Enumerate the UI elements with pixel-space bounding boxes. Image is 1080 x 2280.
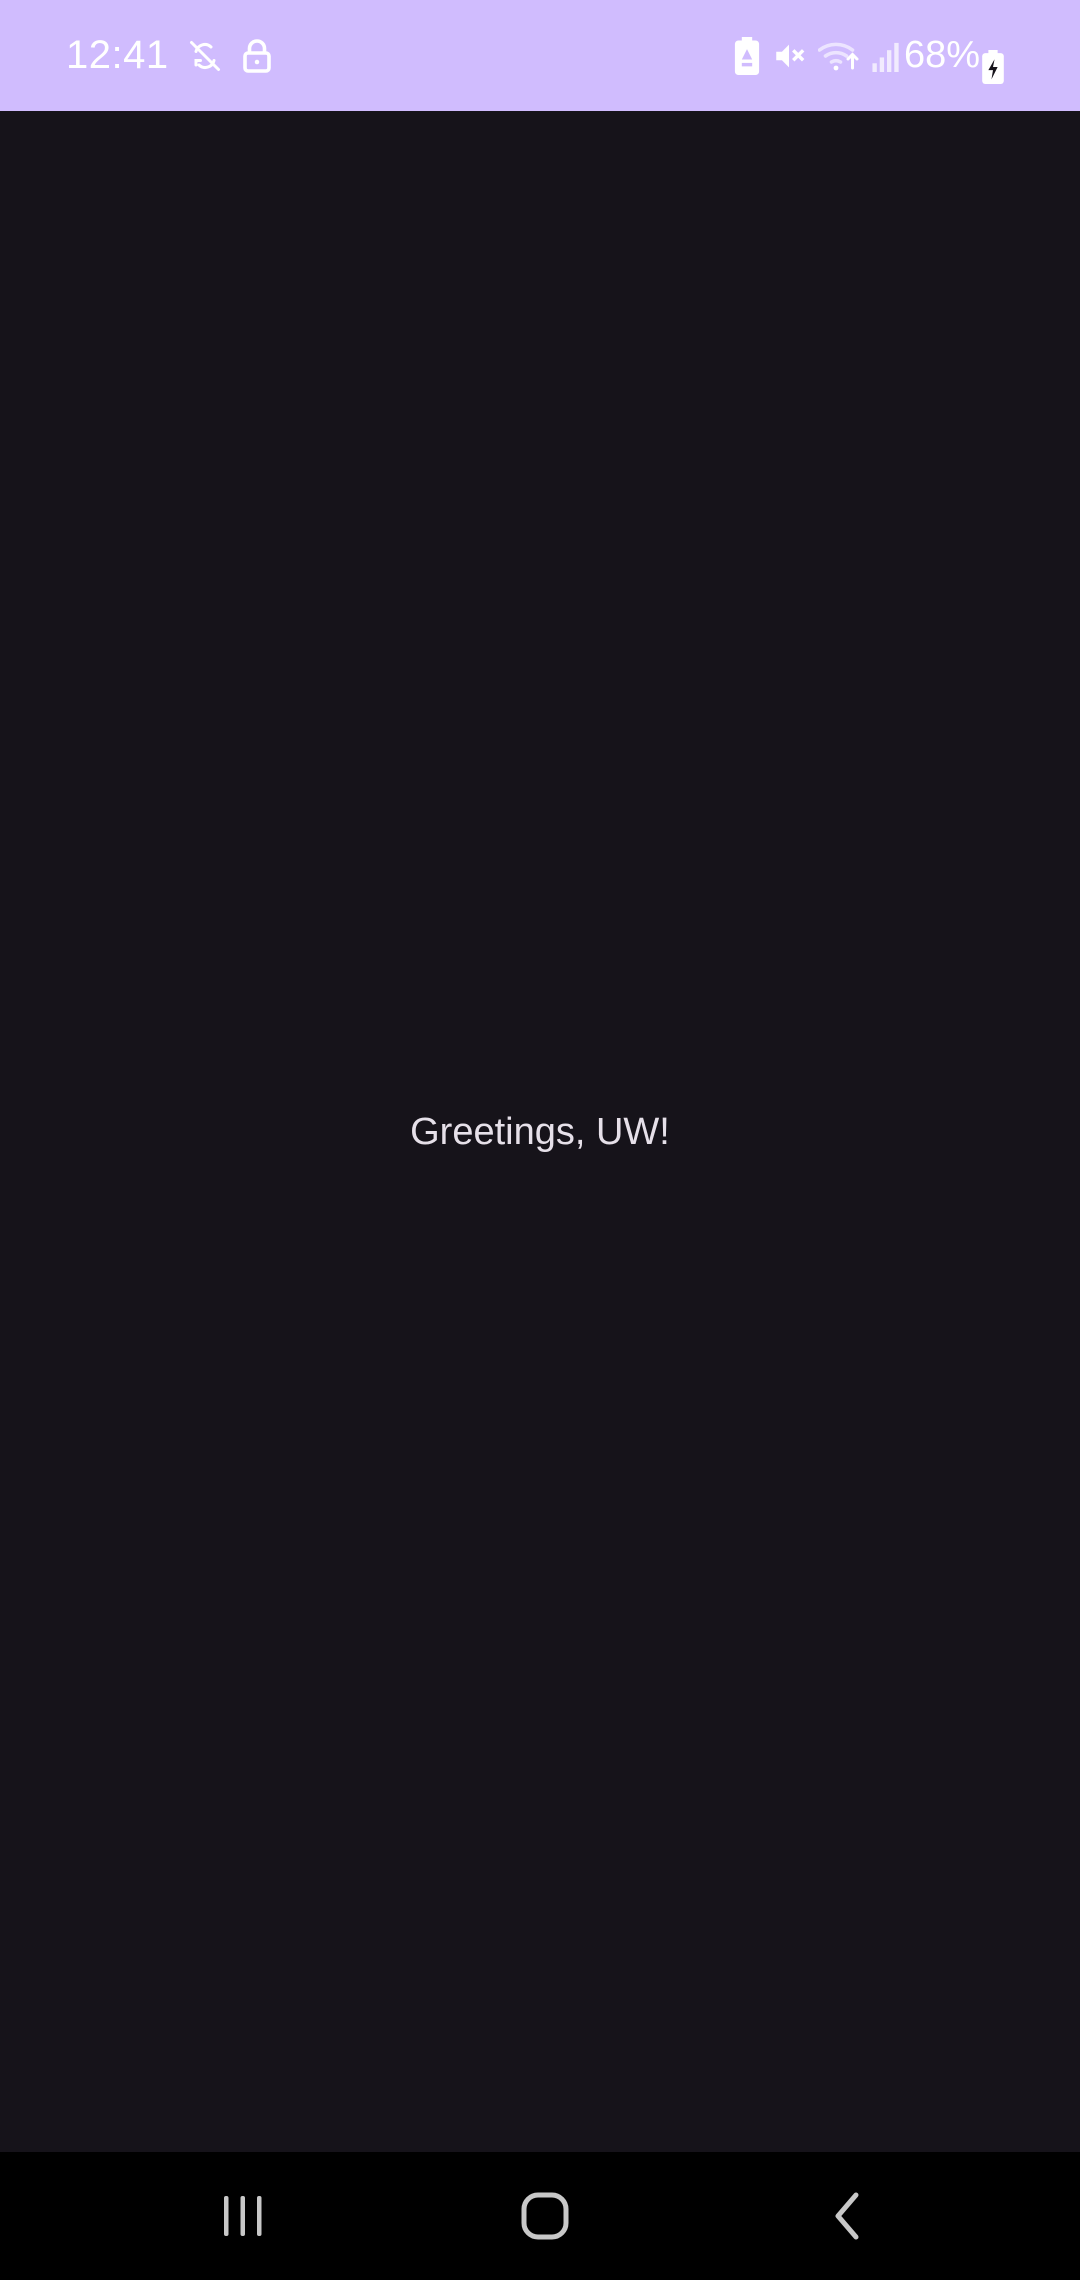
main-content: Greetings, UW! (0, 111, 1080, 2152)
recent-apps-icon (221, 2194, 265, 2238)
lock-icon (241, 38, 273, 74)
greeting-text: Greetings, UW! (410, 1111, 670, 1153)
signal-icon (872, 40, 902, 72)
recent-apps-button[interactable] (173, 2152, 313, 2280)
battery-icon (982, 50, 1004, 84)
navigation-bar (0, 2152, 1080, 2280)
sync-off-icon (187, 38, 223, 74)
status-right (734, 0, 902, 111)
back-icon (827, 2191, 867, 2241)
home-button[interactable] (475, 2152, 615, 2280)
home-icon (520, 2191, 570, 2241)
battery-percent: 68% (903, 34, 980, 76)
status-bar: 12:41 68% (0, 0, 1080, 111)
wifi-icon (818, 39, 860, 73)
battery-saver-icon (734, 36, 760, 75)
mute-icon (772, 39, 806, 73)
status-left: 12:41 (66, 0, 273, 111)
status-time: 12:41 (66, 33, 169, 77)
back-button[interactable] (777, 2152, 917, 2280)
